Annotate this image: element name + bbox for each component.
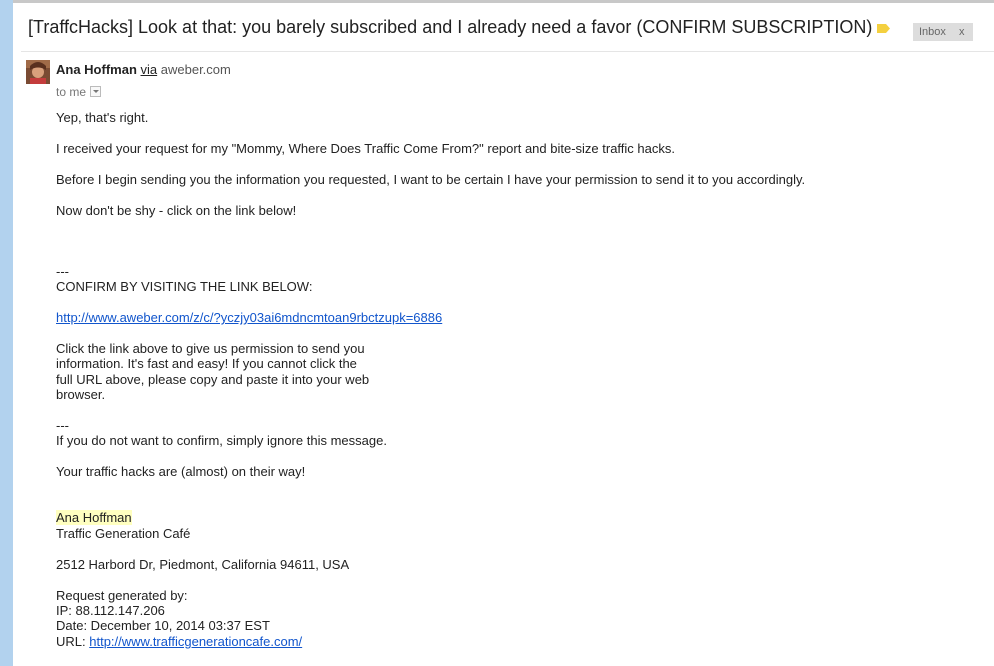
signature-name-line: Ana Hoffman [56,510,132,526]
body-paragraph: Now don't be shy - click on the link bel… [56,203,297,218]
postal-address: 2512 Harbord Dr, Piedmont, California 94… [56,557,350,572]
sender-line: Ana Hoffman via aweber.com [56,62,231,78]
ignore-notice: If you do not want to confirm, simply ig… [56,433,387,448]
chevron-down-icon[interactable] [90,86,102,98]
body-paragraph: I received your request for my "Mommy, W… [56,141,675,156]
request-title: Request generated by: [56,588,188,603]
sender-name[interactable]: Ana Hoffman [56,62,137,77]
request-url-link[interactable]: http://www.trafficgenerationcafe.com/ [89,634,302,649]
email-subject: [TraffcHacks] Look at that: you barely s… [28,17,873,37]
request-url-line: URL: http://www.trafficgenerationcafe.co… [56,634,302,650]
request-date: Date: December 10, 2014 03:37 EST [56,618,270,633]
header-divider [21,51,994,52]
instructions-line: information. It's fast and easy! If you … [56,356,357,371]
confirm-heading: CONFIRM BY VISITING THE LINK BELOW: [56,279,313,294]
signature-company: Traffic Generation Café [56,526,191,541]
label-tag-icon[interactable] [877,24,890,33]
body-paragraph: Yep, that's right. [56,110,149,125]
closing-line: Your traffic hacks are (almost) on their… [56,464,306,479]
instructions-line: Click the link above to give us permissi… [56,341,365,356]
remove-label-button[interactable]: x [959,26,965,38]
avatar [26,60,50,84]
instructions-line: full URL above, please copy and paste it… [56,372,370,387]
recipient-line: to me [56,84,102,100]
request-ip: IP: 88.112.147.206 [56,603,165,618]
instructions-line: browser. [56,387,106,402]
separator-text: --- [56,418,69,433]
body-paragraph: Before I begin sending you the informati… [56,172,806,187]
separator-text: --- [56,264,69,279]
confirm-link-line: http://www.aweber.com/z/c/?yczjy03ai6mdn… [56,310,442,326]
left-side-strip [0,0,13,666]
inbox-label-text: Inbox [919,26,946,38]
sender-photo-icon [26,60,50,84]
inbox-label-badge: Inbox x [913,23,973,41]
request-url-label: URL: [56,634,90,649]
signature-name: Ana Hoffman [56,510,132,525]
email-view: [TraffcHacks] Look at that: you barely s… [13,3,994,666]
confirm-subscription-link[interactable]: http://www.aweber.com/z/c/?yczjy03ai6mdn… [56,310,442,325]
sender-via-link[interactable]: via [141,62,158,77]
recipient-text: to me [56,85,87,99]
sender-domain: aweber.com [160,62,231,77]
